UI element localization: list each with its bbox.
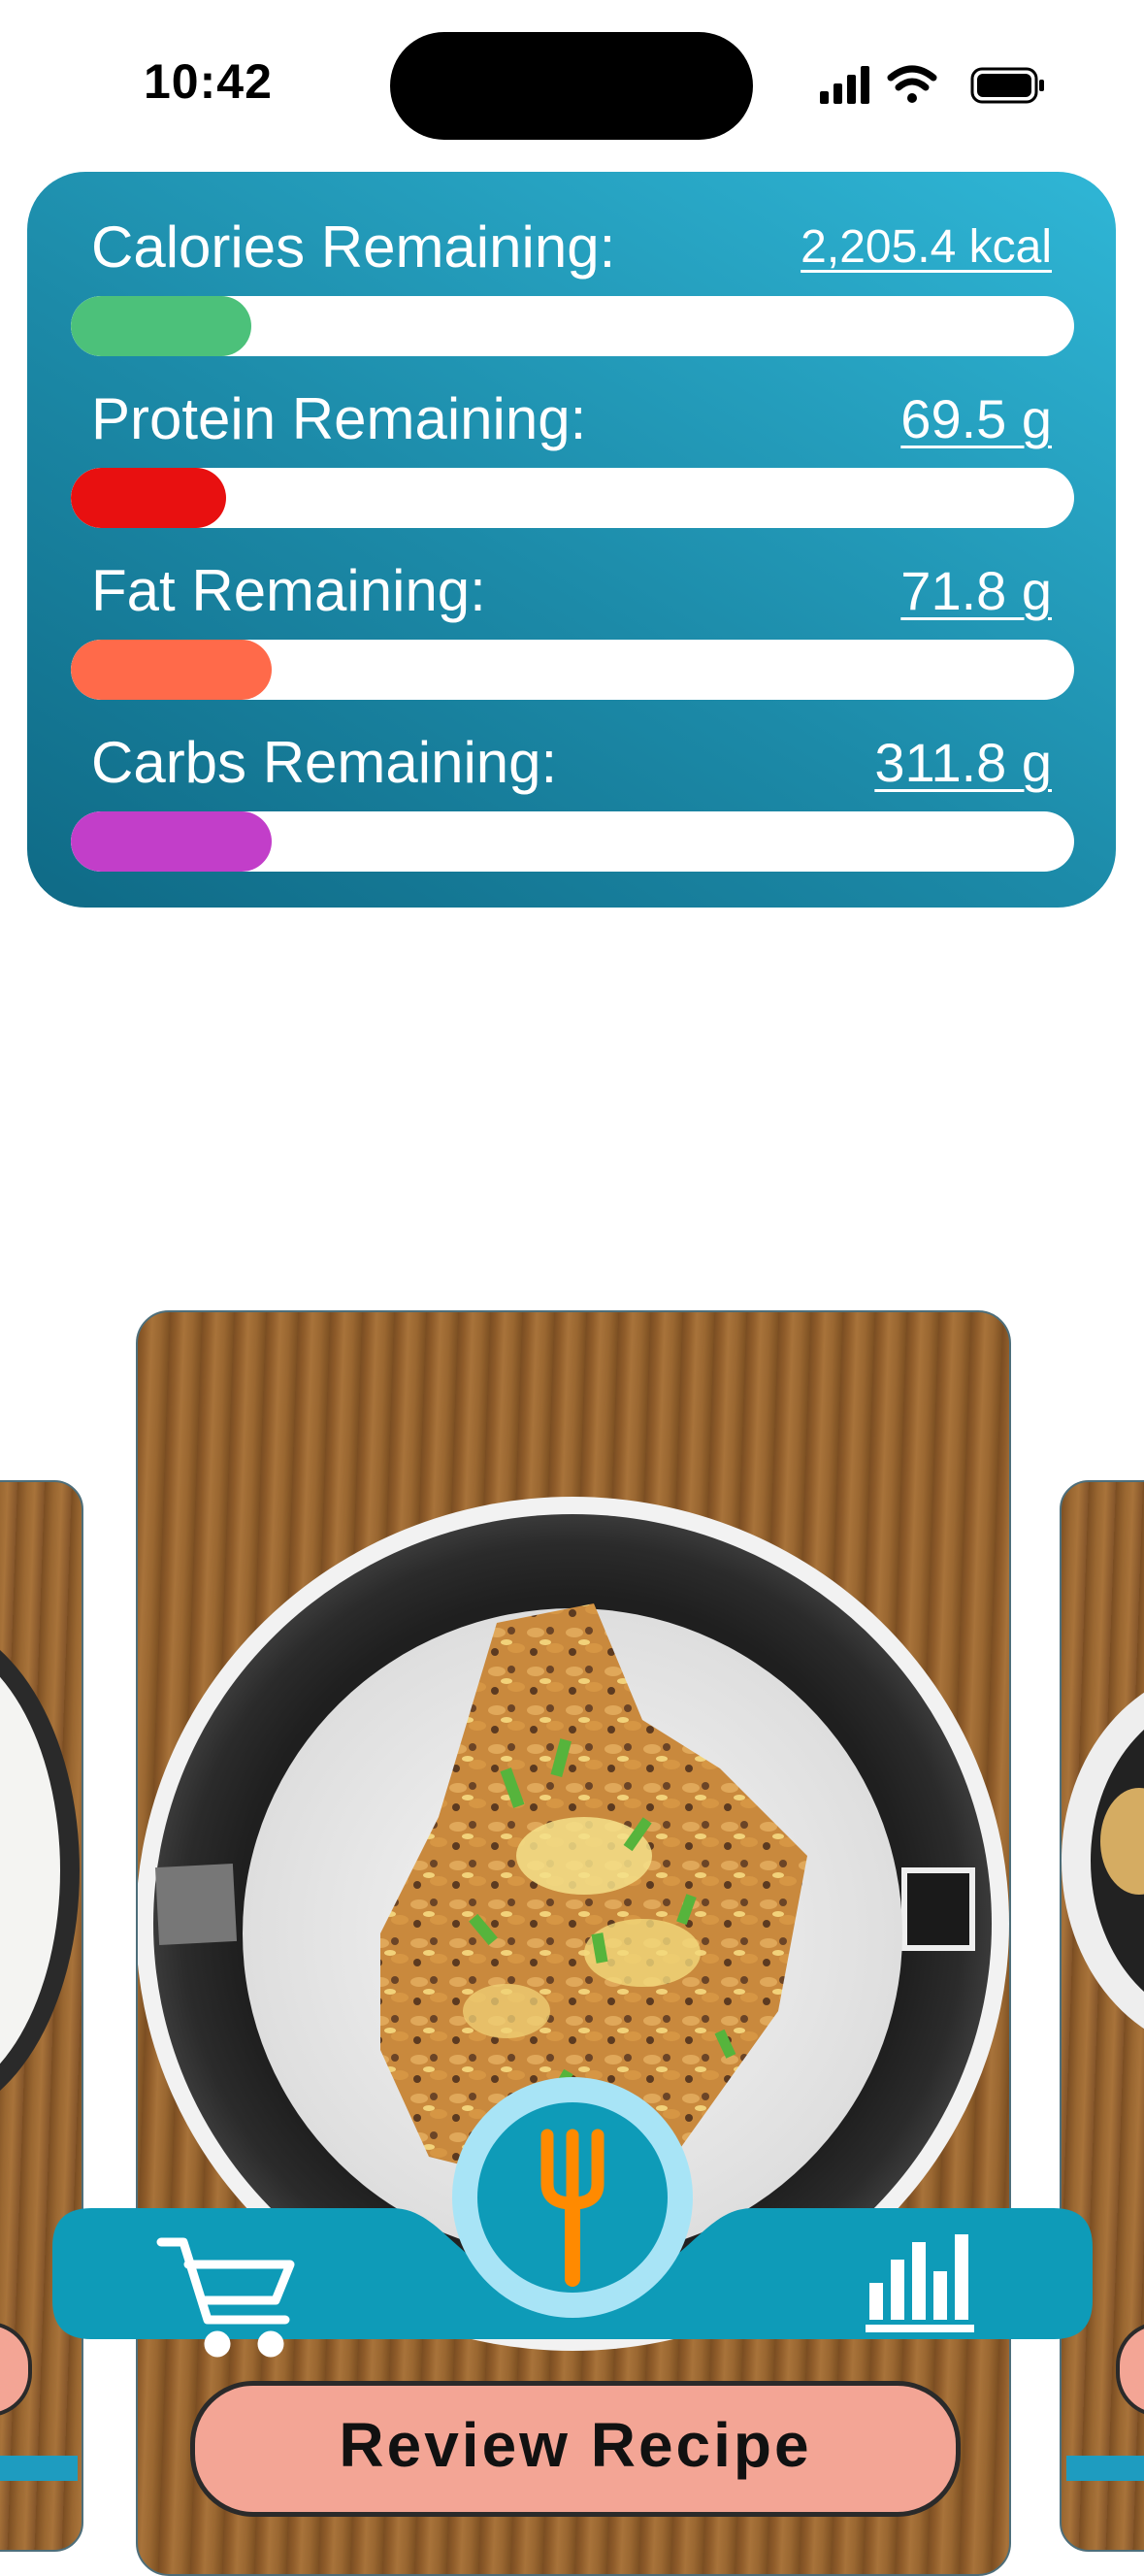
wifi-icon [887,65,937,103]
macro-row-protein: Protein Remaining: 69.5 g [27,344,1116,528]
macro-row-fat: Fat Remaining: 71.8 g [27,515,1116,700]
macro-progress-fill [71,811,272,872]
macro-progress-track [71,811,1074,872]
macro-value[interactable]: 2,205.4 kcal [801,214,1052,281]
card-footer-strip [1066,2456,1144,2481]
card-footer-strip [0,2456,78,2481]
signal-icon [820,66,869,104]
macro-value[interactable]: 71.8 g [900,557,1052,625]
review-recipe-button[interactable]: Review Recipe [190,2381,961,2517]
macro-label: Carbs Remaining: [91,730,558,795]
macro-label: Protein Remaining: [91,386,587,451]
macro-value[interactable]: 69.5 g [900,385,1052,453]
log-meal-button[interactable] [452,2077,693,2318]
macro-summary-panel: Calories Remaining: 2,205.4 kcal Protein… [27,172,1116,908]
macro-row-carbs: Carbs Remaining: 311.8 g [27,687,1116,872]
macro-row-calories: Calories Remaining: 2,205.4 kcal [27,172,1116,356]
dynamic-island [390,32,753,140]
review-recipe-label: Review Recipe [339,2410,812,2480]
macro-value[interactable]: 311.8 g [874,729,1052,797]
macro-label: Calories Remaining: [91,215,616,280]
status-icons [820,65,1044,104]
battery-icon [970,67,1044,104]
status-time: 10:42 [144,54,273,109]
macro-label: Fat Remaining: [91,558,486,623]
